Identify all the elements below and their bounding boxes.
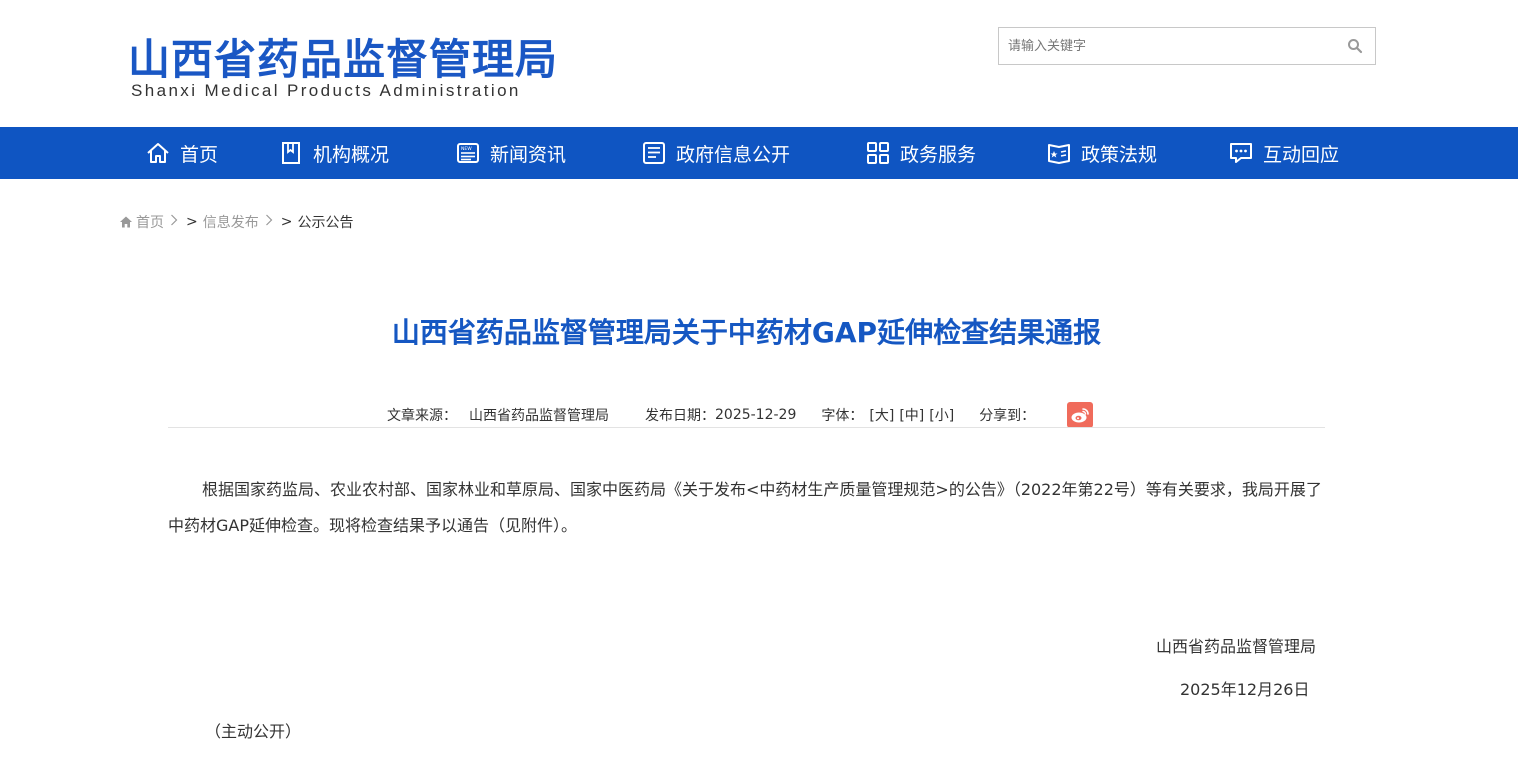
breadcrumb: 首页 > 信息发布 > 公示公告 [119,212,353,232]
site-header: 山西省药品监督管理局 Shanxi Medical Products Admin… [0,0,1518,127]
nav-label: 政策法规 [1081,143,1158,166]
source-value: 山西省药品监督管理局 [469,408,609,424]
nav-label: 政务服务 [900,143,977,166]
nav-item-about[interactable]: 机构概况 [278,127,389,179]
home-icon [147,143,169,163]
nav-label: 新闻资讯 [490,143,567,166]
chevron-right-icon [265,214,273,230]
nav-label: 首页 [180,143,219,166]
chevron-right-icon [170,214,178,230]
breadcrumb-separator: > [280,214,293,230]
signature-date: 2025年12月26日 [1180,680,1310,699]
nav-item-gov-info[interactable]: 政府信息公开 [641,127,790,179]
chat-icon [1230,143,1252,163]
breadcrumb-separator: > [186,214,198,230]
breadcrumb-current[interactable]: 公示公告 [297,212,353,232]
breadcrumb-home[interactable]: 首页 [136,212,164,232]
nav-label: 机构概况 [313,143,390,166]
site-logo-subtitle: Shanxi Medical Products Administration [131,81,521,100]
publish-date: 2025-12-29 [715,407,797,423]
article-body: 根据国家药监局、农业农村部、国家林业和草原局、国家中医药局《关于发布<中药材生产… [168,480,1322,535]
newspaper-icon: NEW [457,143,479,163]
svg-text:NEW: NEW [461,146,472,152]
nav-label: 互动回应 [1263,143,1340,166]
nav-item-services[interactable]: 政务服务 [865,127,976,179]
font-small-button[interactable]: [小] [929,405,954,425]
nav-label: 政府信息公开 [676,143,791,166]
article-title: 山西省药品监督管理局关于中药材GAP延伸检查结果通报 [391,316,1102,349]
article-meta: 文章来源： 山西省药品监督管理局 发布日期： 2025-12-29 字体： [大… [387,402,1094,428]
font-medium-button[interactable]: [中] [899,405,924,425]
main-nav: 首页 机构概况 NEW 新闻资讯 政府信息公开 政务服务 政策法规 互动回应 [0,127,1518,179]
disclosure-note: （主动公开） [205,722,302,741]
policy-book-icon [1048,144,1070,164]
search-input[interactable] [999,28,1329,64]
font-large-button[interactable]: [大] [869,405,894,425]
site-logo[interactable]: 山西省药品监督管理局 [128,26,558,87]
signature-org: 山西省药品监督管理局 [1156,637,1317,656]
breadcrumb-info-release[interactable]: 信息发布 [203,212,259,232]
nav-item-policy[interactable]: 政策法规 [1046,127,1157,179]
weibo-icon[interactable] [1067,402,1094,428]
nav-item-interaction[interactable]: 互动回应 [1228,127,1339,179]
nav-item-news[interactable]: NEW 新闻资讯 [455,127,566,179]
meta-divider [168,427,1325,428]
book-icon [282,142,300,164]
search-icon[interactable] [1347,38,1363,54]
document-list-icon [643,142,665,164]
home-icon [120,216,132,228]
grid-icon [867,142,889,164]
date-label: 发布日期： [645,408,715,424]
font-size-label: 字体： [821,408,864,424]
search-box [998,27,1376,65]
share-label: 分享到： [979,408,1036,424]
source-label: 文章来源： [387,408,457,424]
nav-item-home[interactable]: 首页 [145,127,218,179]
